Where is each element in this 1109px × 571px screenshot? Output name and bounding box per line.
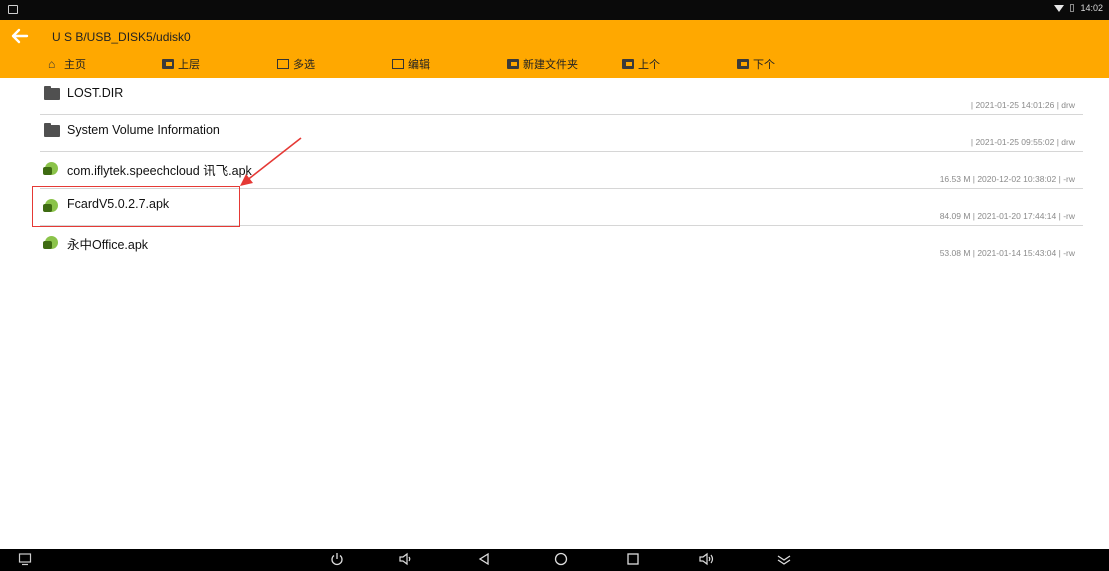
apk-icon — [43, 162, 58, 175]
folder-icon — [44, 86, 60, 100]
volume-up-icon[interactable] — [698, 552, 714, 566]
list-item[interactable]: LOST.DIR | 2021-01-25 14:01:26 | drw — [0, 78, 1109, 115]
edit-button[interactable]: 编辑 — [392, 56, 430, 72]
back-arrow-icon[interactable] — [10, 26, 30, 46]
file-meta: 16.53 M | 2020-12-02 10:38:02 | -rw — [939, 174, 1075, 184]
status-icons: 14:02 — [1054, 3, 1103, 13]
power-icon[interactable] — [330, 552, 344, 566]
volume-down-icon[interactable] — [398, 552, 412, 566]
multiselect-icon — [277, 59, 289, 69]
navigation-bar — [0, 549, 1109, 571]
new-folder-button[interactable]: 新建文件夹 — [507, 56, 578, 72]
file-name: System Volume Information — [67, 123, 220, 137]
back-nav-icon[interactable] — [477, 552, 491, 566]
current-path: U S B/USB_DISK5/udisk0 — [52, 30, 191, 44]
list-item[interactable]: 永中Office.apk 53.08 M | 2021-01-14 15:43:… — [0, 226, 1109, 263]
file-meta: 53.08 M | 2021-01-14 15:43:04 | -rw — [939, 248, 1075, 258]
recent-apps-icon[interactable] — [626, 552, 640, 566]
edit-label: 编辑 — [408, 59, 430, 71]
screen-icon — [8, 5, 18, 14]
previous-label: 上个 — [638, 59, 660, 71]
toolbar: ⌂ 主页 上层 多选 编辑 新建文件夹 上个 下个 — [0, 56, 1109, 76]
home-nav-icon[interactable] — [554, 552, 568, 566]
file-name: com.iflytek.speechcloud 讯飞.apk — [67, 164, 252, 178]
list-item[interactable]: System Volume Information | 2021-01-25 0… — [0, 115, 1109, 152]
battery-icon — [1070, 4, 1075, 12]
previous-button[interactable]: 上个 — [622, 56, 660, 72]
folder-next-icon — [737, 59, 749, 69]
edit-icon — [392, 59, 404, 69]
list-item[interactable]: FcardV5.0.2.7.apk 84.09 M | 2021-01-20 1… — [0, 189, 1109, 226]
file-name: 永中Office.apk — [67, 238, 149, 252]
multiselect-label: 多选 — [293, 59, 315, 71]
file-name: LOST.DIR — [67, 86, 124, 100]
apk-icon — [43, 236, 58, 249]
clock: 14:02 — [1080, 3, 1103, 13]
folder-prev-icon — [622, 59, 634, 69]
new-folder-icon — [507, 59, 519, 69]
folder-icon — [44, 123, 60, 137]
home-icon: ⌂ — [48, 57, 56, 71]
collapse-icon[interactable] — [776, 552, 792, 566]
screenshot-icon[interactable] — [18, 552, 32, 566]
file-meta: | 2021-01-25 09:55:02 | drw — [970, 137, 1075, 147]
list-item[interactable]: com.iflytek.speechcloud 讯飞.apk 16.53 M |… — [0, 152, 1109, 189]
status-bar: 14:02 — [0, 0, 1109, 20]
up-level-label: 上层 — [178, 59, 200, 71]
next-label: 下个 — [753, 59, 775, 71]
home-button[interactable]: ⌂ 主页 — [48, 56, 86, 72]
next-button[interactable]: 下个 — [737, 56, 775, 72]
multiselect-button[interactable]: 多选 — [277, 56, 315, 72]
file-meta: 84.09 M | 2021-01-20 17:44:14 | -rw — [939, 211, 1075, 221]
file-meta: | 2021-01-25 14:01:26 | drw — [970, 100, 1075, 110]
up-level-button[interactable]: 上层 — [162, 56, 200, 72]
file-name: FcardV5.0.2.7.apk — [67, 197, 170, 211]
folder-up-icon — [162, 59, 174, 69]
wifi-icon — [1054, 4, 1065, 12]
apk-icon — [43, 199, 58, 212]
home-label: 主页 — [64, 59, 86, 71]
app-header: U S B/USB_DISK5/udisk0 ⌂ 主页 上层 多选 编辑 新建文… — [0, 20, 1109, 78]
new-folder-label: 新建文件夹 — [523, 59, 578, 71]
